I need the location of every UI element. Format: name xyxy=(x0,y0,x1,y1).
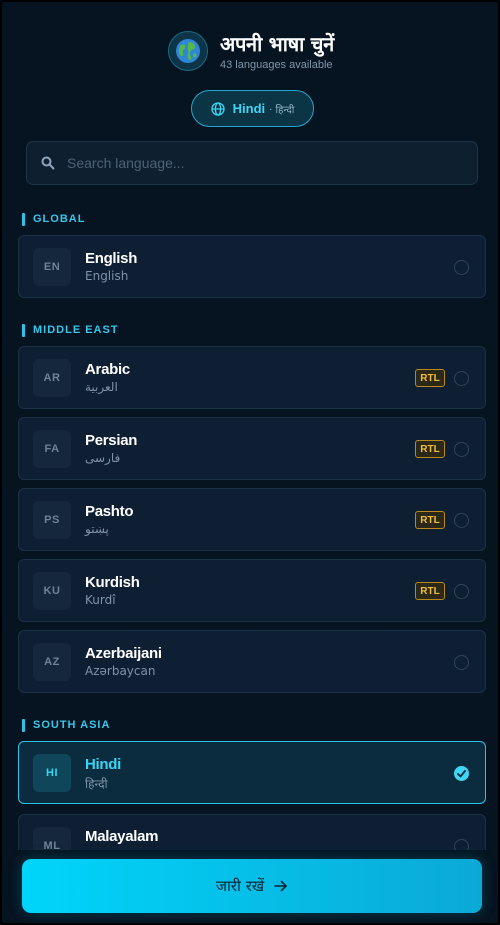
language-code-badge: AR xyxy=(33,359,71,397)
radio-button[interactable] xyxy=(454,655,469,670)
language-name: Hindi xyxy=(85,756,121,773)
rtl-badge: RTL xyxy=(415,511,445,529)
arrow-right-icon xyxy=(274,880,288,892)
language-native-name: English xyxy=(85,269,129,283)
rtl-badge: RTL xyxy=(415,369,445,387)
language-native-name: Azərbaycan xyxy=(85,664,156,678)
section-marker xyxy=(22,718,25,732)
check-icon xyxy=(457,769,466,778)
language-item-english[interactable]: EN English English xyxy=(18,235,486,298)
language-name: Persian xyxy=(85,432,138,449)
language-item-kurdish[interactable]: KU Kurdish Kurdî RTL xyxy=(18,559,486,622)
language-code-badge: PS xyxy=(33,501,71,539)
search-input[interactable] xyxy=(67,155,447,171)
section-label: GLOBAL xyxy=(33,213,86,225)
radio-button[interactable] xyxy=(454,584,469,599)
section-marker xyxy=(22,323,25,337)
globe-emoji-icon xyxy=(168,31,208,71)
language-item-pashto[interactable]: PS Pashto پښتو RTL xyxy=(18,488,486,551)
current-language-pill[interactable]: Hindi · हिन्दी xyxy=(191,90,314,127)
section-label: MIDDLE EAST xyxy=(33,324,119,336)
continue-button[interactable]: जारी रखें xyxy=(22,859,482,913)
language-native-name: العربية xyxy=(85,380,118,394)
language-name: Malayalam xyxy=(85,828,159,845)
radio-button-checked[interactable] xyxy=(454,766,469,781)
language-native-name: پښتو xyxy=(85,522,109,536)
language-name: Kurdish xyxy=(85,574,140,591)
section-label: SOUTH ASIA xyxy=(33,719,111,731)
search-icon xyxy=(41,156,55,170)
section-header-global: GLOBAL xyxy=(22,212,85,226)
radio-button[interactable] xyxy=(454,513,469,528)
language-name: English xyxy=(85,250,138,267)
language-name: Pashto xyxy=(85,503,134,520)
language-native-name: Kurdî xyxy=(85,593,116,607)
language-code-badge: HI xyxy=(33,754,71,792)
rtl-badge: RTL xyxy=(415,440,445,458)
language-item-persian[interactable]: FA Persian فارسی RTL xyxy=(18,417,486,480)
language-code-badge: KU xyxy=(33,572,71,610)
language-count: 43 languages available xyxy=(220,59,333,71)
page-title: अपनी भाषा चुनें xyxy=(220,32,334,56)
language-name: Azerbaijani xyxy=(85,645,162,662)
title-block: अपनी भाषा चुनें 43 languages available xyxy=(220,31,334,71)
language-code-badge: EN xyxy=(33,248,71,286)
rtl-badge: RTL xyxy=(415,582,445,600)
language-name: Arabic xyxy=(85,361,130,378)
radio-button[interactable] xyxy=(454,371,469,386)
radio-button[interactable] xyxy=(454,260,469,275)
section-header-middle-east: MIDDLE EAST xyxy=(22,323,119,337)
language-code-badge: AZ xyxy=(33,643,71,681)
language-code-badge: FA xyxy=(33,430,71,468)
current-language-name: Hindi xyxy=(232,101,266,116)
continue-label: जारी रखें xyxy=(215,877,265,895)
language-native-name: فارسی xyxy=(85,451,121,465)
radio-button[interactable] xyxy=(454,442,469,457)
search-box[interactable] xyxy=(26,141,478,185)
section-marker xyxy=(22,212,25,226)
globe-icon xyxy=(210,101,225,116)
language-item-azerbaijani[interactable]: AZ Azerbaijani Azərbaycan xyxy=(18,630,486,693)
section-header-south-asia: SOUTH ASIA xyxy=(22,718,110,732)
language-native-name: हिन्दी xyxy=(85,777,108,791)
language-item-hindi[interactable]: HI Hindi हिन्दी xyxy=(18,741,486,804)
language-picker-screen: अपनी भाषा चुनें 43 languages available H… xyxy=(0,0,500,925)
language-item-arabic[interactable]: AR Arabic العربية RTL xyxy=(18,346,486,409)
current-language-native: · हिन्दी xyxy=(269,104,295,116)
header: अपनी भाषा चुनें 43 languages available xyxy=(168,30,334,72)
